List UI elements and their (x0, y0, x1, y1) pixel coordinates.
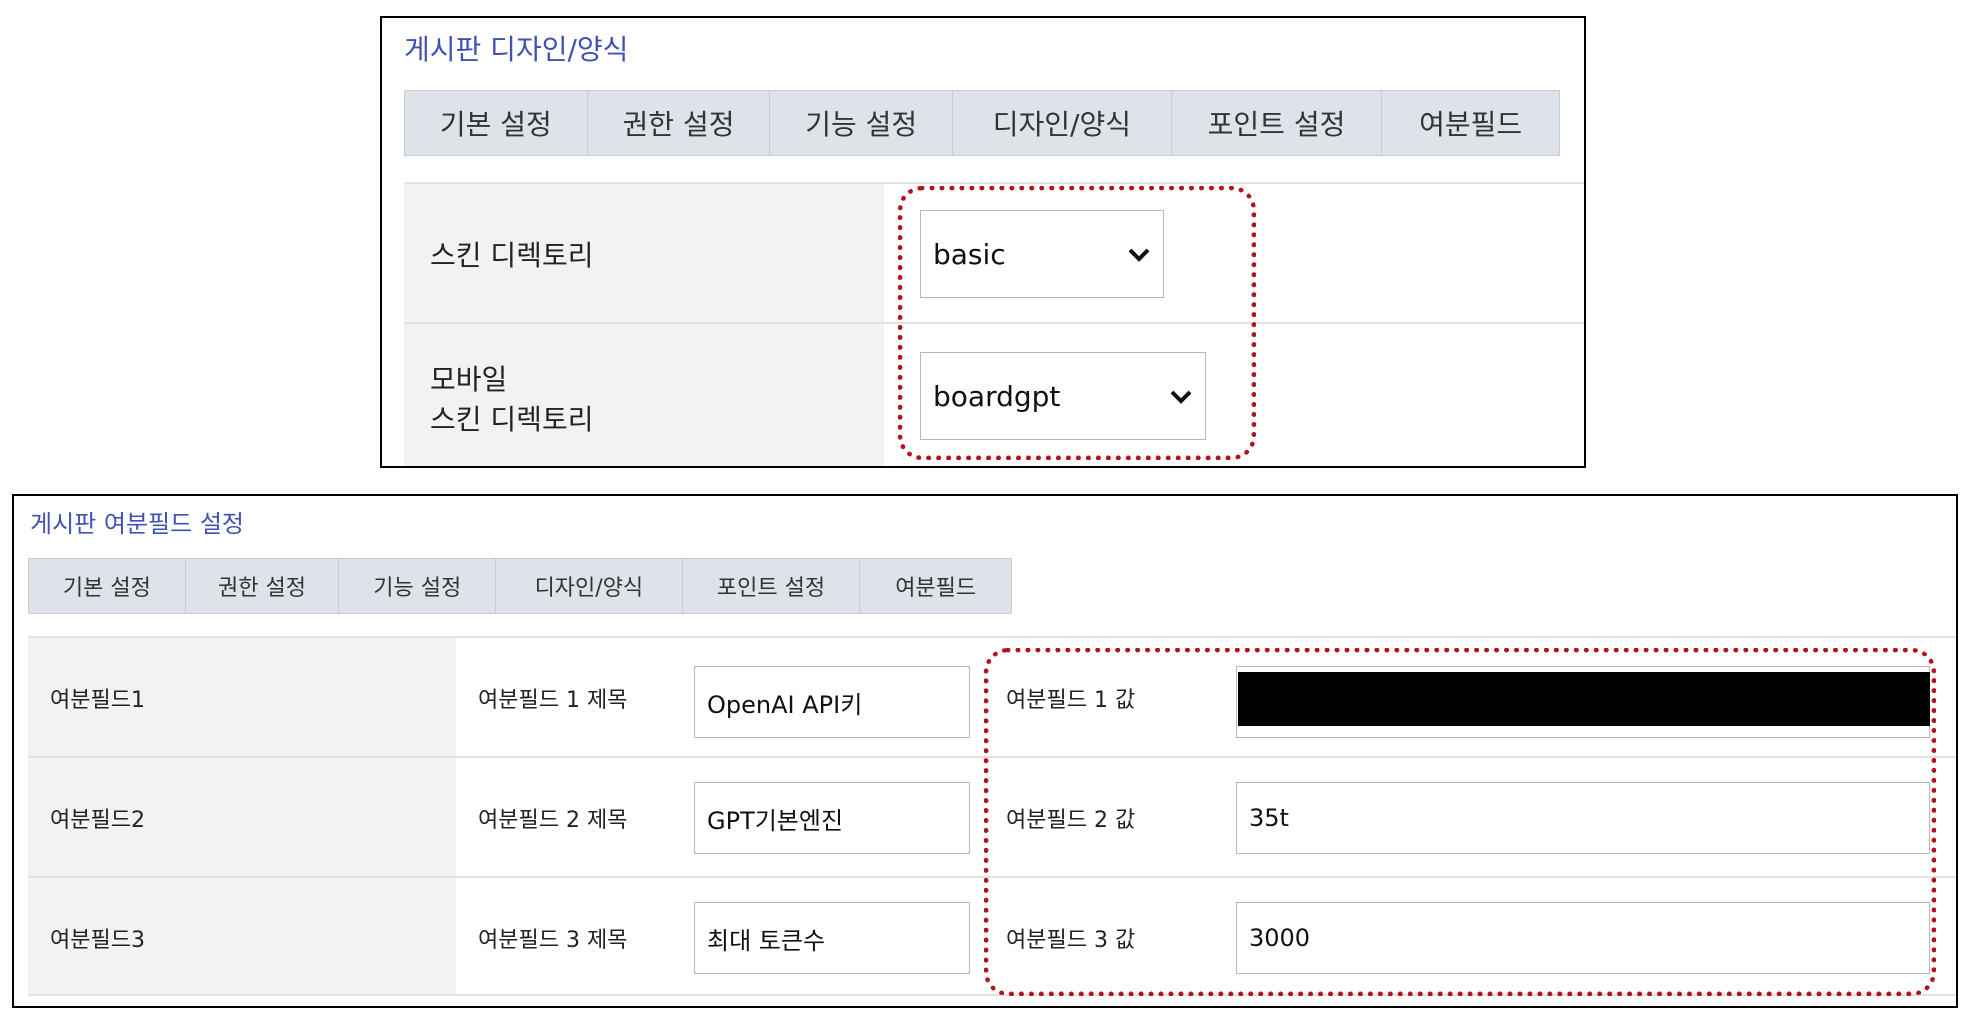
extra-field-title-input[interactable]: OpenAI API키 (694, 666, 970, 738)
tab-basic-settings[interactable]: 기본 설정 (405, 91, 588, 155)
extra-field-name: 여분필드2 (50, 808, 145, 833)
tab-extra-fields[interactable]: 여분필드 (1382, 91, 1559, 155)
tab-point-settings[interactable]: 포인트 설정 (1172, 91, 1383, 155)
highlight-outline-skin-selects (898, 186, 1256, 460)
tab-point-settings[interactable]: 포인트 설정 (683, 559, 861, 613)
tab-feature-settings[interactable]: 기능 설정 (339, 559, 497, 613)
extra-field-title-input[interactable]: 최대 토큰수 (694, 902, 970, 974)
panel-title: 게시판 디자인/양식 (404, 33, 629, 66)
tab-permission-settings[interactable]: 권한 설정 (588, 91, 771, 155)
mobile-skin-label-line2: 스킨 디렉토리 (430, 403, 594, 436)
tab-basic-settings[interactable]: 기본 설정 (29, 559, 186, 613)
skin-directory-label: 스킨 디렉토리 (430, 239, 594, 272)
extra-field-title-input[interactable]: GPT기본엔진 (694, 782, 970, 854)
extra-field-title-label: 여분필드 2 제목 (478, 808, 628, 833)
extra-field-title-label: 여분필드 3 제목 (478, 928, 628, 953)
tab-permission-settings[interactable]: 권한 설정 (186, 559, 340, 613)
tab-design-format[interactable]: 디자인/양식 (496, 559, 683, 613)
tab-design-format[interactable]: 디자인/양식 (953, 91, 1172, 155)
highlight-outline-extra-values (984, 648, 1936, 996)
mobile-skin-label-line1: 모바일 (430, 363, 508, 396)
extra-field-name: 여분필드1 (50, 688, 145, 713)
panel-title: 게시판 여분필드 설정 (30, 510, 244, 538)
tab-feature-settings[interactable]: 기능 설정 (770, 91, 954, 155)
settings-tabs: 기본 설정 권한 설정 기능 설정 디자인/양식 포인트 설정 여분필드 (404, 90, 1560, 156)
extra-field-name: 여분필드3 (50, 928, 145, 953)
tab-extra-fields[interactable]: 여분필드 (860, 559, 1011, 613)
settings-tabs: 기본 설정 권한 설정 기능 설정 디자인/양식 포인트 설정 여분필드 (28, 558, 1012, 614)
extra-field-title-label: 여분필드 1 제목 (478, 688, 628, 713)
